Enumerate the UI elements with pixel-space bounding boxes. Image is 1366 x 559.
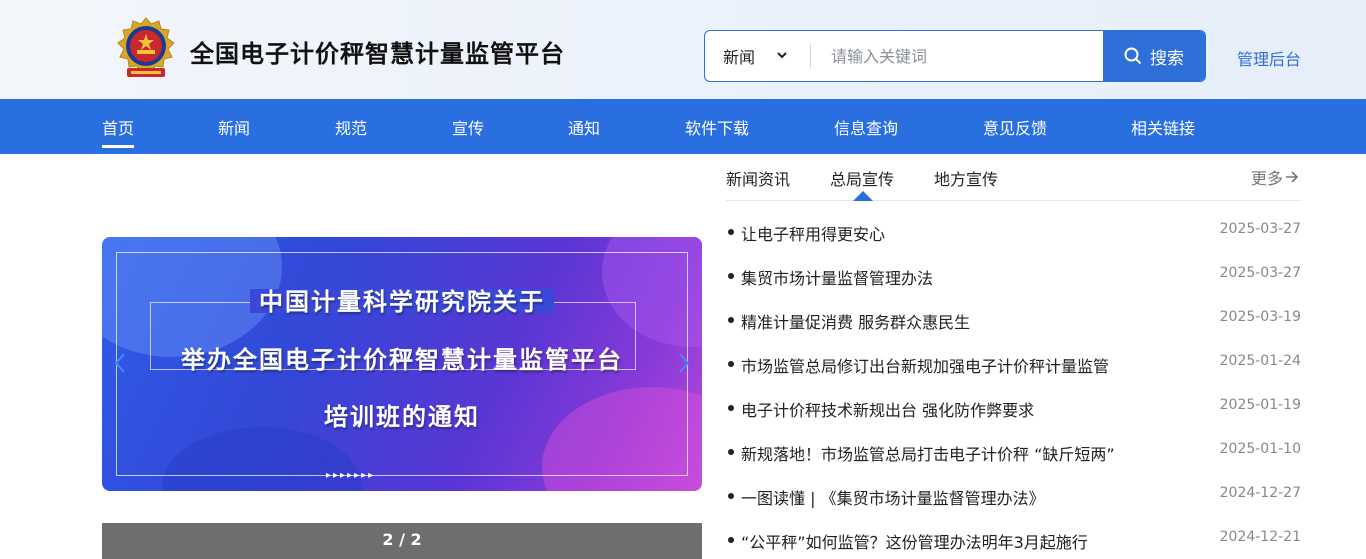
active-tab-indicator [853,191,873,201]
nav-item-news[interactable]: 新闻 [218,115,250,139]
news-date: 2025-03-27 [1219,221,1301,237]
search-box: 新闻 搜索 [704,30,1206,82]
news-date: 2025-01-24 [1219,353,1301,369]
search-category-select[interactable]: 新闻 [705,31,811,81]
bullet-icon [728,405,734,411]
search-category-label: 新闻 [723,48,756,67]
bullet-icon [728,537,734,543]
carousel-pager: 2 / 2 [102,523,702,559]
news-item[interactable]: “公平秤”如何监管？这份管理办法明年3月起施行 2024-12-21 [726,527,1301,555]
news-title[interactable]: 市场监管总局修订出台新规加强电子计价秤计量监管 [741,353,1109,377]
banner-arrow-decoration: ▸▸▸▸▸▸▸ [326,470,376,481]
news-item[interactable]: 新规落地！市场监管总局打击电子计价秤 “缺斤短两” 2025-01-10 [726,439,1301,467]
news-item[interactable]: 电子计价秤技术新规出台 强化防作弊要求 2025-01-19 [726,395,1301,423]
bullet-icon [728,493,734,499]
banner-line-3: 培训班的通知 [324,403,480,431]
bullet-icon [728,361,734,367]
more-link-label: 更多 [1251,169,1284,188]
banner-line-1: 中国计量科学研究院关于 [259,288,545,316]
more-link[interactable]: 更多 [1251,165,1299,189]
site-title: 全国电子计价秤智慧计量监管平台 [190,40,565,68]
news-item[interactable]: 精准计量促消费 服务群众惠民生 2025-03-19 [726,307,1301,335]
nav-item-feedback[interactable]: 意见反馈 [983,115,1047,139]
news-title[interactable]: 精准计量促消费 服务群众惠民生 [741,309,970,333]
chevron-down-icon [777,52,787,59]
news-date: 2025-01-10 [1219,441,1301,457]
news-title[interactable]: 电子计价秤技术新规出台 强化防作弊要求 [741,397,1034,421]
news-date: 2024-12-27 [1219,485,1301,501]
tab-news-info[interactable]: 新闻资讯 [726,166,790,190]
news-date: 2024-12-21 [1219,529,1301,545]
chevron-left-icon[interactable] [112,351,128,375]
bullet-icon [728,449,734,455]
news-title[interactable]: 集贸市场计量监督管理办法 [741,265,933,289]
news-title[interactable]: 一图读懂 | 《集贸市场计量监督管理办法》 [741,485,1045,509]
admin-link[interactable]: 管理后台 [1237,46,1301,70]
news-date: 2025-03-19 [1219,309,1301,325]
search-icon [1124,47,1142,65]
bullet-icon [728,229,734,235]
nav-item-home[interactable]: 首页 [102,115,135,148]
nav-item-info-query[interactable]: 信息查询 [834,115,898,139]
bullet-icon [728,273,734,279]
banner-carousel[interactable]: 中国计量科学研究院关于 举办全国电子计价秤智慧计量监管平台 培训班的通知 ▸▸▸… [102,237,702,491]
news-item[interactable]: 让电子秤用得更安心 2025-03-27 [726,219,1301,247]
police-emblem-icon [117,17,175,77]
nav-item-software-download[interactable]: 软件下载 [685,115,749,139]
search-button-label: 搜索 [1150,48,1184,69]
tab-headquarters-publicity[interactable]: 总局宣传 [830,166,894,190]
news-tabs: 新闻资讯 总局宣传 地方宣传 [726,165,1301,201]
news-title[interactable]: “公平秤”如何监管？这份管理办法明年3月起施行 [741,529,1088,553]
nav-item-notices[interactable]: 通知 [568,115,600,139]
nav-item-related-links[interactable]: 相关链接 [1131,115,1195,139]
chevron-right-icon[interactable] [676,351,692,375]
nav-item-publicity[interactable]: 宣传 [452,115,484,139]
news-item[interactable]: 一图读懂 | 《集贸市场计量监督管理办法》 2024-12-27 [726,483,1301,511]
site-header: 全国电子计价秤智慧计量监管平台 新闻 搜索 管理后台 [0,0,1366,99]
arrow-right-icon [1286,171,1299,183]
news-item[interactable]: 市场监管总局修订出台新规加强电子计价秤计量监管 2025-01-24 [726,351,1301,379]
news-item[interactable]: 集贸市场计量监督管理办法 2025-03-27 [726,263,1301,291]
news-date: 2025-03-27 [1219,265,1301,281]
bullet-icon [728,317,734,323]
nav-item-standards[interactable]: 规范 [335,115,367,139]
tab-local-publicity[interactable]: 地方宣传 [934,166,998,190]
main-nav: 首页 新闻 规范 宣传 通知 软件下载 信息查询 意见反馈 相关链接 [0,99,1366,154]
news-title[interactable]: 新规落地！市场监管总局打击电子计价秤 “缺斤短两” [741,441,1115,465]
banner-line-2: 举办全国电子计价秤智慧计量监管平台 [181,346,623,374]
news-title[interactable]: 让电子秤用得更安心 [741,221,885,245]
news-date: 2025-01-19 [1219,397,1301,413]
search-input[interactable] [811,31,1103,81]
search-button[interactable]: 搜索 [1103,31,1205,81]
